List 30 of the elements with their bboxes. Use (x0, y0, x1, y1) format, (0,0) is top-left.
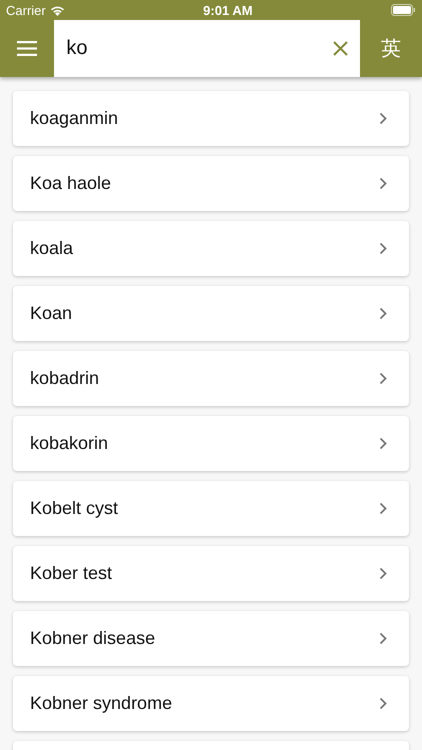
result-item[interactable]: Koa haole (13, 156, 409, 211)
clock-time: 9:01 AM (203, 2, 253, 18)
result-item[interactable]: Kobelt cyst (13, 481, 409, 536)
wifi-icon (50, 4, 65, 16)
battery-icon (390, 4, 416, 16)
chevron-icon (379, 567, 387, 580)
chevron-icon (379, 502, 387, 515)
result-item[interactable]: Kober test (13, 546, 409, 601)
chevron-icon (379, 307, 387, 320)
chevron-icon (379, 177, 387, 190)
chevron-icon (379, 437, 387, 450)
chevron-icon (379, 372, 387, 385)
search-field[interactable]: ko (64, 36, 334, 61)
result-item[interactable]: Koan (13, 286, 409, 341)
result-item[interactable]: koaganmin (13, 91, 409, 146)
result-item[interactable]: kobakorin (13, 416, 409, 471)
result-item[interactable]: Kobner disease (13, 611, 409, 666)
close-icon (333, 41, 348, 56)
result-item[interactable]: koala (13, 221, 409, 276)
search-field[interactable]: ko (54, 20, 360, 77)
clear-button[interactable] (333, 41, 348, 56)
result-item[interactable]: kobadrin (13, 351, 409, 406)
menu-icon (17, 41, 38, 56)
result-item[interactable]: Kobner syndrome (13, 676, 409, 731)
chevron-icon (379, 632, 387, 645)
chevron-icon (379, 242, 387, 255)
chevron-icon (379, 112, 387, 125)
language-button[interactable]: 英 (360, 20, 422, 77)
carrier-label: Carrier (6, 2, 46, 18)
chevron-icon (379, 697, 387, 710)
